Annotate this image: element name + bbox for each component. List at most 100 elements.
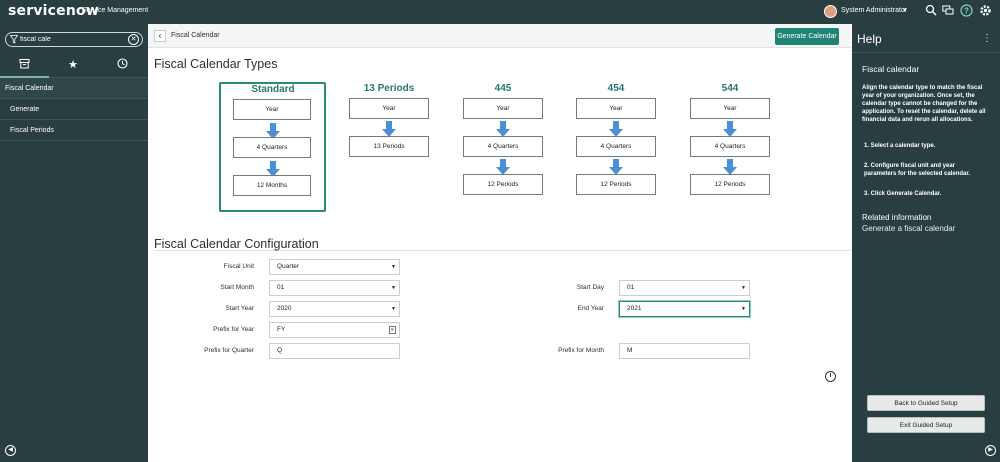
type-step-box: 4 Quarters: [690, 136, 770, 157]
end-year-label: End Year: [577, 305, 604, 312]
favorites-icon[interactable]: ★: [66, 58, 80, 72]
type-step-box: 4 Quarters: [576, 136, 656, 157]
product-name: Service Management: [82, 7, 149, 14]
fiscal-unit-label: Fiscal Unit: [223, 263, 254, 270]
start-month-label: Start Month: [220, 284, 254, 291]
translate-icon[interactable]: ≡: [389, 326, 396, 334]
page-header: ‹ Fiscal Calendar Generate Calendar: [148, 24, 851, 48]
type-step-box: Year: [690, 98, 770, 119]
prefix-month-input[interactable]: M: [619, 343, 750, 359]
help-intro: Align the calendar type to match the fis…: [862, 85, 986, 123]
nav-module-fiscal-calendar[interactable]: Fiscal Calendar: [0, 78, 148, 99]
dropdown-caret-icon: ▼: [391, 306, 396, 312]
type-heading: 454: [607, 83, 625, 94]
navigator-filter-input[interactable]: [20, 34, 120, 45]
type-heading: 445: [494, 83, 512, 94]
user-menu-caret-icon[interactable]: ▾: [903, 6, 907, 14]
related-info-title: Related information: [862, 213, 932, 222]
svg-text:?: ?: [964, 6, 969, 15]
back-button[interactable]: ‹: [154, 30, 166, 42]
down-arrow-icon: [496, 159, 510, 175]
calendar-types-title: Fiscal Calendar Types: [154, 57, 278, 71]
calendar-config-title: Fiscal Calendar Configuration: [154, 237, 319, 251]
type-step-box: 4 Quarters: [463, 136, 543, 157]
prefix-quarter-label: Prefix for Quarter: [204, 347, 254, 354]
prefix-year-label: Prefix for Year: [213, 326, 254, 333]
type-step-box: 12 Months: [233, 175, 311, 196]
prefix-quarter-value: Q: [277, 347, 283, 354]
down-arrow-icon: [496, 121, 510, 137]
prefix-month-label: Prefix for Month: [558, 347, 604, 354]
down-arrow-icon: [609, 121, 623, 137]
end-year-value: 2021: [627, 305, 642, 312]
end-year-select[interactable]: 2021 ▼: [619, 301, 750, 317]
down-arrow-icon: [723, 159, 737, 175]
prefix-year-value: FY: [277, 326, 286, 333]
prefix-quarter-input[interactable]: Q: [269, 343, 400, 359]
user-avatar[interactable]: [824, 5, 837, 18]
nav-item-generate[interactable]: Generate: [0, 99, 148, 120]
help-icon[interactable]: ?: [959, 4, 973, 18]
type-step-box: 12 Periods: [576, 174, 656, 195]
more-options-icon[interactable]: ⋮: [982, 33, 992, 44]
start-day-select[interactable]: 01 ▼: [619, 280, 750, 296]
type-step-box: Year: [576, 98, 656, 119]
clear-filter-icon[interactable]: ✕: [128, 34, 139, 45]
search-icon[interactable]: [924, 4, 938, 18]
type-step-box: 4 Quarters: [233, 137, 311, 158]
expand-panel-icon[interactable]: ▶: [985, 445, 996, 456]
user-name[interactable]: System Administrator: [841, 7, 907, 14]
type-heading: 544: [721, 83, 739, 94]
dropdown-caret-icon: ▼: [391, 264, 396, 270]
top-bar: servicenow Service Management System Adm…: [0, 0, 1000, 24]
main-content: ‹ Fiscal Calendar Generate Calendar Fisc…: [148, 24, 851, 462]
type-step-box: 12 Periods: [463, 174, 543, 195]
help-panel: Help ⋮ Fiscal calendar Align the calenda…: [852, 24, 1000, 462]
connect-icon[interactable]: [941, 4, 955, 18]
down-arrow-icon: [609, 159, 623, 175]
type-heading: 13 Periods: [363, 83, 415, 94]
navigator-filter[interactable]: ✕: [5, 32, 143, 47]
down-arrow-icon: [723, 121, 737, 137]
dropdown-caret-icon: ▼: [741, 285, 746, 291]
settings-icon[interactable]: [978, 4, 992, 18]
dropdown-caret-icon: ▼: [391, 285, 396, 291]
prefix-month-value: M: [627, 347, 633, 354]
prefix-year-input[interactable]: FY ≡: [269, 322, 400, 338]
exit-guided-setup-button[interactable]: Exit Guided Setup: [867, 417, 985, 433]
start-year-label: Start Year: [225, 305, 254, 312]
type-step-box: Year: [233, 99, 311, 120]
page-title: Fiscal Calendar: [171, 32, 220, 39]
dropdown-caret-icon: ▼: [741, 306, 746, 312]
help-title: Help: [857, 32, 882, 46]
all-apps-icon[interactable]: [17, 58, 31, 72]
help-step-1: 1. Select a calendar type.: [864, 143, 936, 149]
start-year-value: 2020: [277, 305, 292, 312]
collapse-navigator-icon[interactable]: ◀: [5, 445, 16, 456]
application-navigator: ✕ ★ Fiscal Calendar Generate Fiscal Peri…: [0, 24, 148, 462]
generate-calendar-button[interactable]: Generate Calendar: [775, 28, 839, 45]
start-day-label: Start Day: [576, 284, 604, 291]
start-month-value: 01: [277, 284, 285, 291]
type-step-box: 13 Periods: [349, 136, 429, 157]
nav-item-fiscal-periods[interactable]: Fiscal Periods: [0, 120, 148, 141]
start-month-select[interactable]: 01 ▼: [269, 280, 400, 296]
timer-icon[interactable]: [825, 371, 836, 382]
help-divider: [852, 52, 1000, 53]
fiscal-unit-value: Quarter: [277, 263, 300, 270]
fiscal-unit-select[interactable]: Quarter ▼: [269, 259, 400, 275]
help-step-2: 2. Configure fiscal unit and year parame…: [864, 163, 971, 177]
start-year-select[interactable]: 2020 ▼: [269, 301, 400, 317]
generate-calendar-link[interactable]: Generate a fiscal calendar: [862, 224, 955, 233]
help-heading: Fiscal calendar: [862, 64, 920, 74]
type-step-box: 12 Periods: [690, 174, 770, 195]
filter-icon: [9, 35, 19, 46]
down-arrow-icon: [382, 121, 396, 137]
type-step-box: Year: [349, 98, 429, 119]
type-heading: Standard: [251, 84, 295, 95]
back-to-guided-setup-button[interactable]: Back to Guided Setup: [867, 395, 985, 411]
help-step-3: 3. Click Generate Calendar.: [864, 191, 942, 197]
history-icon[interactable]: [115, 58, 129, 72]
start-day-value: 01: [627, 284, 635, 291]
type-step-box: Year: [463, 98, 543, 119]
